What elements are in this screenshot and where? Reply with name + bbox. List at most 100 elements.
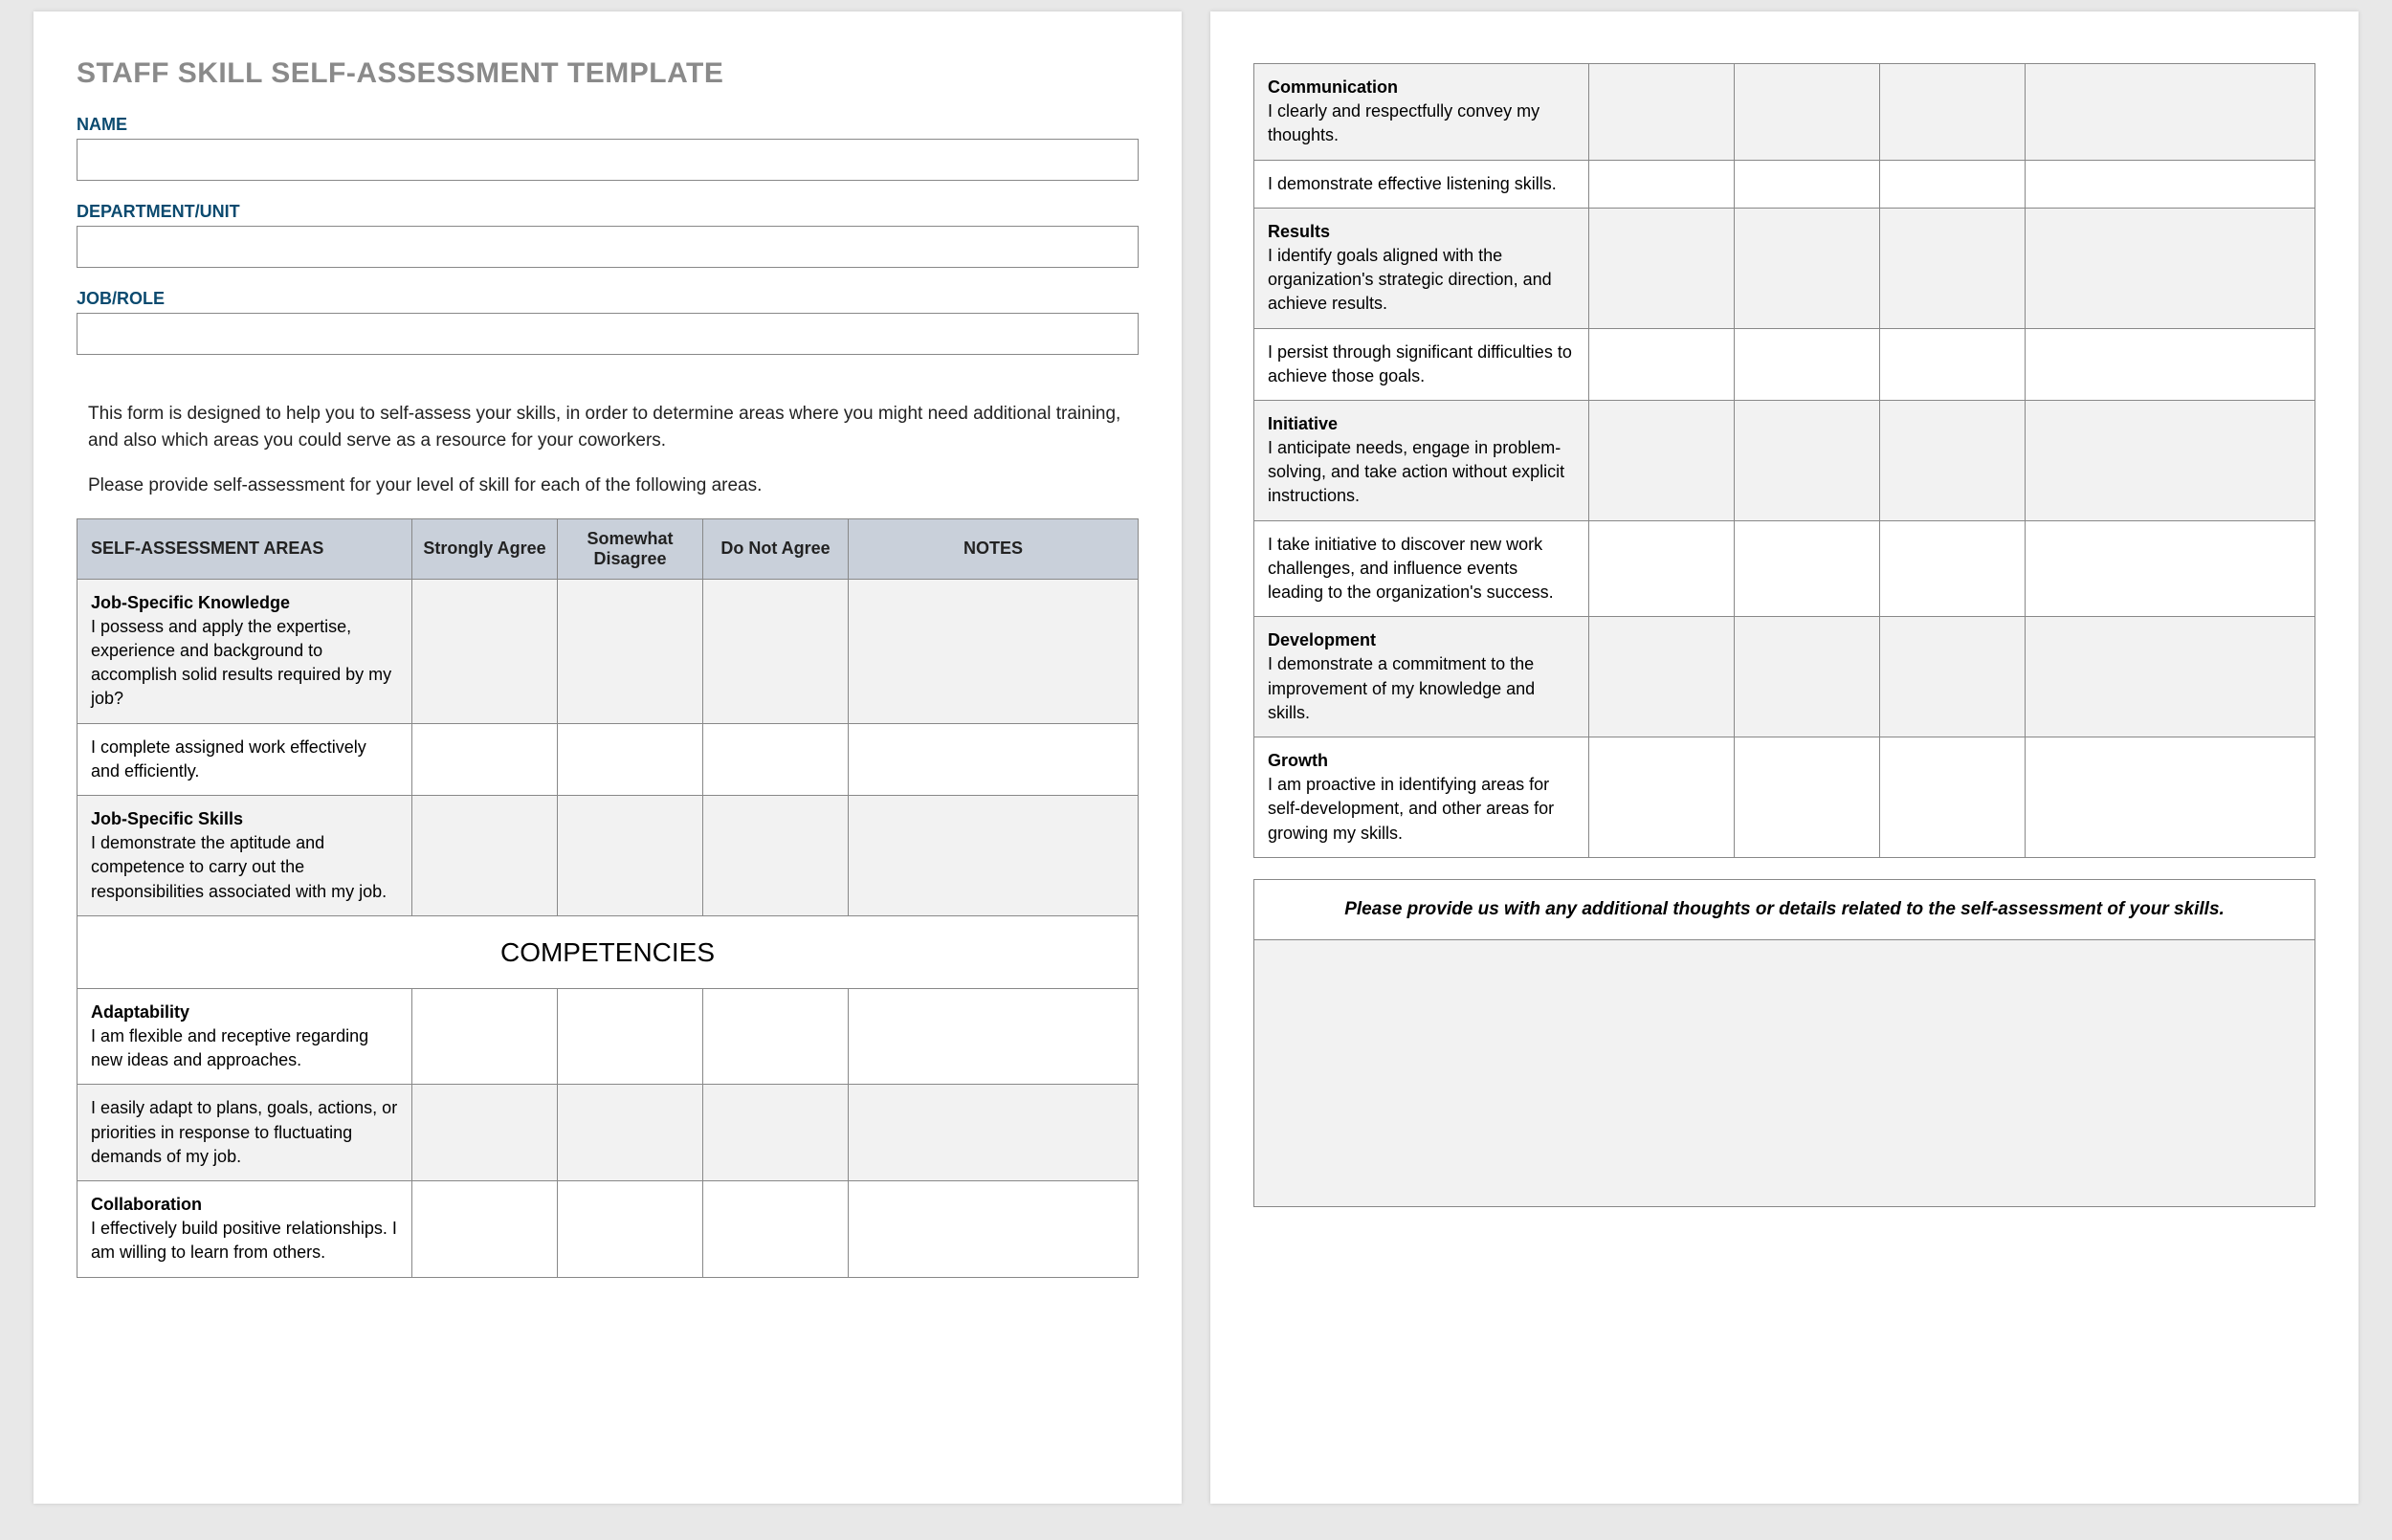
department-input[interactable] [77, 226, 1139, 268]
assessment-area-text: I possess and apply the expertise, exper… [91, 617, 391, 709]
somewhat-disagree-cell[interactable] [558, 988, 703, 1085]
strongly-agree-cell[interactable] [412, 1181, 558, 1278]
notes-cell[interactable] [849, 723, 1139, 795]
intro-paragraph-2: Please provide self-assessment for your … [88, 473, 1127, 499]
assessment-area-heading: Collaboration [91, 1193, 398, 1217]
strongly-agree-cell[interactable] [1589, 400, 1735, 520]
page-1: STAFF SKILL SELF-ASSESSMENT TEMPLATE NAM… [33, 11, 1182, 1504]
notes-cell[interactable] [849, 988, 1139, 1085]
assessment-area-heading: Growth [1268, 749, 1575, 773]
do-not-agree-cell[interactable] [703, 723, 849, 795]
assessment-area-text: I persist through significant difficulti… [1268, 342, 1572, 385]
name-input[interactable] [77, 139, 1139, 181]
assessment-area-cell: I take initiative to discover new work c… [1254, 520, 1589, 617]
somewhat-disagree-cell[interactable] [1735, 208, 1880, 328]
strongly-agree-cell[interactable] [1589, 208, 1735, 328]
strongly-agree-cell[interactable] [1589, 160, 1735, 208]
do-not-agree-cell[interactable] [703, 1181, 849, 1278]
notes-cell[interactable] [2026, 520, 2315, 617]
name-field-group: NAME [77, 115, 1139, 181]
notes-cell[interactable] [849, 579, 1139, 723]
somewhat-disagree-cell[interactable] [558, 579, 703, 723]
somewhat-disagree-cell[interactable] [1735, 328, 1880, 400]
somewhat-disagree-cell[interactable] [1735, 737, 1880, 857]
table-row: I demonstrate effective listening skills… [1254, 160, 2315, 208]
assessment-area-cell: I complete assigned work effectively and… [78, 723, 412, 795]
somewhat-disagree-cell[interactable] [1735, 160, 1880, 208]
assessment-area-heading: Communication [1268, 76, 1575, 99]
table-row: Job-Specific SkillsI demonstrate the apt… [78, 795, 1139, 915]
strongly-agree-cell[interactable] [1589, 520, 1735, 617]
department-label: DEPARTMENT/UNIT [77, 202, 1139, 222]
assessment-area-cell: ResultsI identify goals aligned with the… [1254, 208, 1589, 328]
somewhat-disagree-cell[interactable] [1735, 64, 1880, 161]
do-not-agree-cell[interactable] [703, 579, 849, 723]
assessment-area-cell: DevelopmentI demonstrate a commitment to… [1254, 617, 1589, 737]
table-row: InitiativeI anticipate needs, engage in … [1254, 400, 2315, 520]
notes-cell[interactable] [849, 1181, 1139, 1278]
table-row: I take initiative to discover new work c… [1254, 520, 2315, 617]
somewhat-disagree-cell[interactable] [1735, 400, 1880, 520]
table-row: DevelopmentI demonstrate a commitment to… [1254, 617, 2315, 737]
notes-cell[interactable] [2026, 64, 2315, 161]
strongly-agree-cell[interactable] [1589, 64, 1735, 161]
notes-cell[interactable] [849, 1085, 1139, 1181]
assessment-area-cell: I persist through significant difficulti… [1254, 328, 1589, 400]
somewhat-disagree-cell[interactable] [558, 723, 703, 795]
notes-cell[interactable] [2026, 617, 2315, 737]
assessment-area-heading: Results [1268, 220, 1575, 244]
competencies-heading: COMPETENCIES [78, 915, 1139, 988]
strongly-agree-cell[interactable] [412, 579, 558, 723]
assessment-area-text: I complete assigned work effectively and… [91, 737, 366, 781]
somewhat-disagree-cell[interactable] [1735, 617, 1880, 737]
additional-thoughts-textarea[interactable] [1253, 939, 2315, 1207]
do-not-agree-cell[interactable] [1880, 208, 2026, 328]
do-not-agree-cell[interactable] [703, 988, 849, 1085]
do-not-agree-cell[interactable] [1880, 617, 2026, 737]
somewhat-disagree-cell[interactable] [558, 1181, 703, 1278]
do-not-agree-cell[interactable] [1880, 160, 2026, 208]
strongly-agree-cell[interactable] [1589, 617, 1735, 737]
assessment-area-cell: InitiativeI anticipate needs, engage in … [1254, 400, 1589, 520]
strongly-agree-cell[interactable] [412, 795, 558, 915]
strongly-agree-cell[interactable] [1589, 737, 1735, 857]
notes-cell[interactable] [2026, 737, 2315, 857]
somewhat-disagree-cell[interactable] [1735, 520, 1880, 617]
assessment-table-page1: SELF-ASSESSMENT AREAS Strongly Agree Som… [77, 518, 1139, 1278]
job-input[interactable] [77, 313, 1139, 355]
table-row: I complete assigned work effectively and… [78, 723, 1139, 795]
assessment-area-cell: GrowthI am proactive in identifying area… [1254, 737, 1589, 857]
strongly-agree-cell[interactable] [412, 723, 558, 795]
do-not-agree-cell[interactable] [1880, 737, 2026, 857]
strongly-agree-cell[interactable] [412, 1085, 558, 1181]
do-not-agree-cell[interactable] [703, 795, 849, 915]
somewhat-disagree-cell[interactable] [558, 795, 703, 915]
document-title: STAFF SKILL SELF-ASSESSMENT TEMPLATE [77, 57, 1139, 90]
name-label: NAME [77, 115, 1139, 135]
assessment-area-cell: I demonstrate effective listening skills… [1254, 160, 1589, 208]
do-not-agree-cell[interactable] [1880, 328, 2026, 400]
do-not-agree-cell[interactable] [1880, 64, 2026, 161]
table-row: AdaptabilityI am flexible and receptive … [78, 988, 1139, 1085]
assessment-area-heading: Job-Specific Knowledge [91, 591, 398, 615]
strongly-agree-cell[interactable] [412, 988, 558, 1085]
col-notes: NOTES [849, 518, 1139, 579]
strongly-agree-cell[interactable] [1589, 328, 1735, 400]
table-row: CollaborationI effectively build positiv… [78, 1181, 1139, 1278]
notes-cell[interactable] [2026, 400, 2315, 520]
assessment-area-cell: CommunicationI clearly and respectfully … [1254, 64, 1589, 161]
table-row: ResultsI identify goals aligned with the… [1254, 208, 2315, 328]
notes-cell[interactable] [2026, 160, 2315, 208]
notes-cell[interactable] [2026, 328, 2315, 400]
assessment-area-text: I anticipate needs, engage in problem-so… [1268, 438, 1564, 505]
do-not-agree-cell[interactable] [703, 1085, 849, 1181]
do-not-agree-cell[interactable] [1880, 400, 2026, 520]
do-not-agree-cell[interactable] [1880, 520, 2026, 617]
notes-cell[interactable] [2026, 208, 2315, 328]
table-row: GrowthI am proactive in identifying area… [1254, 737, 2315, 857]
notes-cell[interactable] [849, 795, 1139, 915]
somewhat-disagree-cell[interactable] [558, 1085, 703, 1181]
assessment-area-heading: Job-Specific Skills [91, 807, 398, 831]
assessment-table-page2: CommunicationI clearly and respectfully … [1253, 63, 2315, 858]
department-field-group: DEPARTMENT/UNIT [77, 202, 1139, 268]
